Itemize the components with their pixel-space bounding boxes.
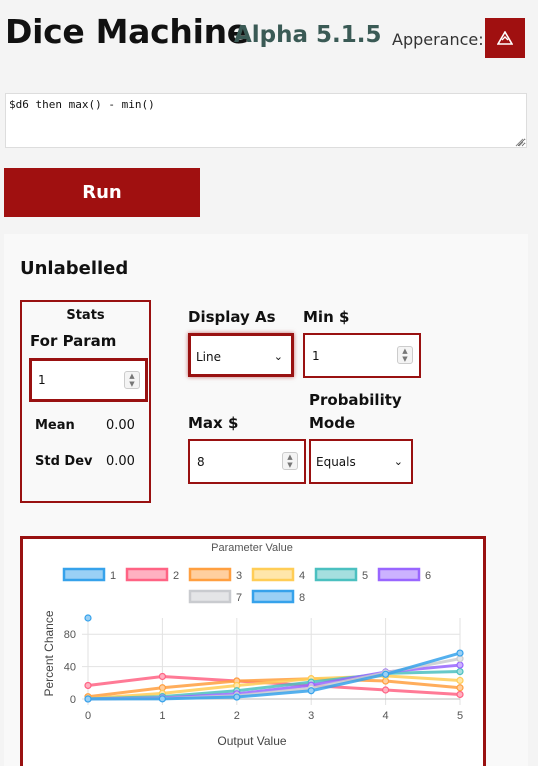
data-point-6 xyxy=(456,661,464,669)
min-number-input[interactable]: 1 ▲ ▼ xyxy=(303,333,421,378)
max-spinner[interactable]: ▲ ▼ xyxy=(282,452,298,470)
chart-title: Parameter Value xyxy=(211,542,293,554)
mean-value: 0.00 xyxy=(106,418,135,433)
legend-label: 7 xyxy=(236,592,242,604)
std-dev-label: Std Dev xyxy=(35,454,93,469)
legend-swatch xyxy=(251,567,295,582)
legend-label: 8 xyxy=(299,592,305,604)
probability-mode-label-line2: Mode xyxy=(309,414,356,432)
mean-label: Mean xyxy=(35,418,75,433)
stats-box: Stats For Param 1 ▲ ▼ Mean 0.00 Std Dev … xyxy=(20,300,151,503)
data-point-8 xyxy=(233,693,241,701)
data-point-8 xyxy=(307,687,315,695)
x-tick-label: 3 xyxy=(308,710,314,722)
x-tick-label: 2 xyxy=(234,710,240,722)
legend-label: 3 xyxy=(236,570,242,582)
legend-swatch xyxy=(377,567,421,582)
x-tick-label: 4 xyxy=(383,710,389,722)
legend-label: 2 xyxy=(173,570,179,582)
legend-label: 6 xyxy=(425,570,431,582)
for-param-label: For Param xyxy=(30,332,117,350)
resize-grip-icon[interactable] xyxy=(514,137,524,147)
data-point-2 xyxy=(158,672,166,681)
max-value: 8 xyxy=(197,455,205,469)
chevron-up-icon: ▲ xyxy=(287,453,293,461)
min-label: Min $ xyxy=(303,308,350,326)
chevron-down-icon: ⌄ xyxy=(273,350,283,363)
stats-heading: Stats xyxy=(66,308,105,323)
chevron-down-icon: ▼ xyxy=(129,380,135,388)
legend-label: 1 xyxy=(110,570,116,582)
mountain-icon xyxy=(497,31,513,45)
param-number-input[interactable]: 1 ▲ ▼ xyxy=(29,358,148,402)
legend-swatch xyxy=(125,567,169,582)
legend-swatch xyxy=(314,567,358,582)
data-point-2 xyxy=(84,681,92,690)
appearance-toggle-button[interactable] xyxy=(485,18,525,58)
probability-mode-label-line1: Probability xyxy=(309,391,402,409)
param-spinner[interactable]: ▲ ▼ xyxy=(124,371,140,389)
data-point-8 xyxy=(84,695,92,703)
legend-swatch xyxy=(188,589,232,604)
app-header: Dice Machine Alpha 5.1.5 Apperance: xyxy=(0,0,538,80)
legend-label: 5 xyxy=(362,570,368,582)
display-as-label: Display As xyxy=(188,308,276,326)
chevron-down-icon: ▼ xyxy=(287,461,293,469)
x-axis-label: Output Value xyxy=(217,734,286,748)
display-as-value: Line xyxy=(196,350,222,364)
y-tick-label: 40 xyxy=(64,662,76,674)
std-dev-value: 0.00 xyxy=(106,454,135,469)
param-value: 1 xyxy=(38,373,46,387)
x-tick-label: 1 xyxy=(159,710,165,722)
chevron-down-icon: ⌄ xyxy=(393,455,403,468)
max-number-input[interactable]: 8 ▲ ▼ xyxy=(188,439,306,484)
y-tick-label: 0 xyxy=(70,694,76,706)
run-button[interactable]: Run xyxy=(4,168,200,217)
data-point-2 xyxy=(456,690,464,699)
legend-swatch xyxy=(62,567,106,582)
data-point-3 xyxy=(456,684,464,692)
probability-mode-select[interactable]: Equals ⌄ xyxy=(309,439,413,484)
panel-title: Unlabelled xyxy=(20,258,129,279)
x-tick-label: 0 xyxy=(85,710,91,722)
chevron-down-icon: ▼ xyxy=(402,355,408,363)
line-chart: Parameter Value1 2 3 4 5 67 8040800 1 2 3 4 5Output… xyxy=(42,542,464,748)
display-as-select[interactable]: Line ⌄ xyxy=(188,333,294,377)
data-point-1 xyxy=(84,614,92,622)
data-point-2 xyxy=(382,686,390,694)
legend-swatch xyxy=(188,567,232,582)
data-point-8 xyxy=(382,670,390,678)
x-tick-label: 5 xyxy=(457,710,463,722)
min-spinner[interactable]: ▲ ▼ xyxy=(397,346,413,364)
app-title: Dice Machine xyxy=(5,12,249,51)
y-axis-label: Percent Chance xyxy=(42,610,56,696)
data-point-4 xyxy=(456,676,464,685)
appearance-label: Apperance: xyxy=(392,30,484,49)
chevron-up-icon: ▲ xyxy=(129,372,135,380)
probability-mode-value: Equals xyxy=(316,455,356,469)
data-point-8 xyxy=(158,695,166,703)
version-label: Alpha 5.1.5 xyxy=(234,22,382,48)
dice-expression-input[interactable]: $d6 then max() - min() xyxy=(5,93,527,148)
chart-container: Parameter Value 1 2 3 4 5 6 7 8 0 40 80 0 1 2 3 4 5 Output… xyxy=(20,536,486,766)
min-value: 1 xyxy=(312,349,320,363)
y-tick-label: 80 xyxy=(64,629,76,641)
max-label: Max $ xyxy=(188,414,239,432)
result-panel: Unlabelled Stats For Param 1 ▲ ▼ Mean 0.… xyxy=(4,234,528,766)
data-point-8 xyxy=(456,649,464,657)
chevron-up-icon: ▲ xyxy=(402,347,408,355)
data-point-5 xyxy=(456,667,464,676)
legend-swatch xyxy=(251,589,295,604)
legend-label: 4 xyxy=(299,570,305,582)
